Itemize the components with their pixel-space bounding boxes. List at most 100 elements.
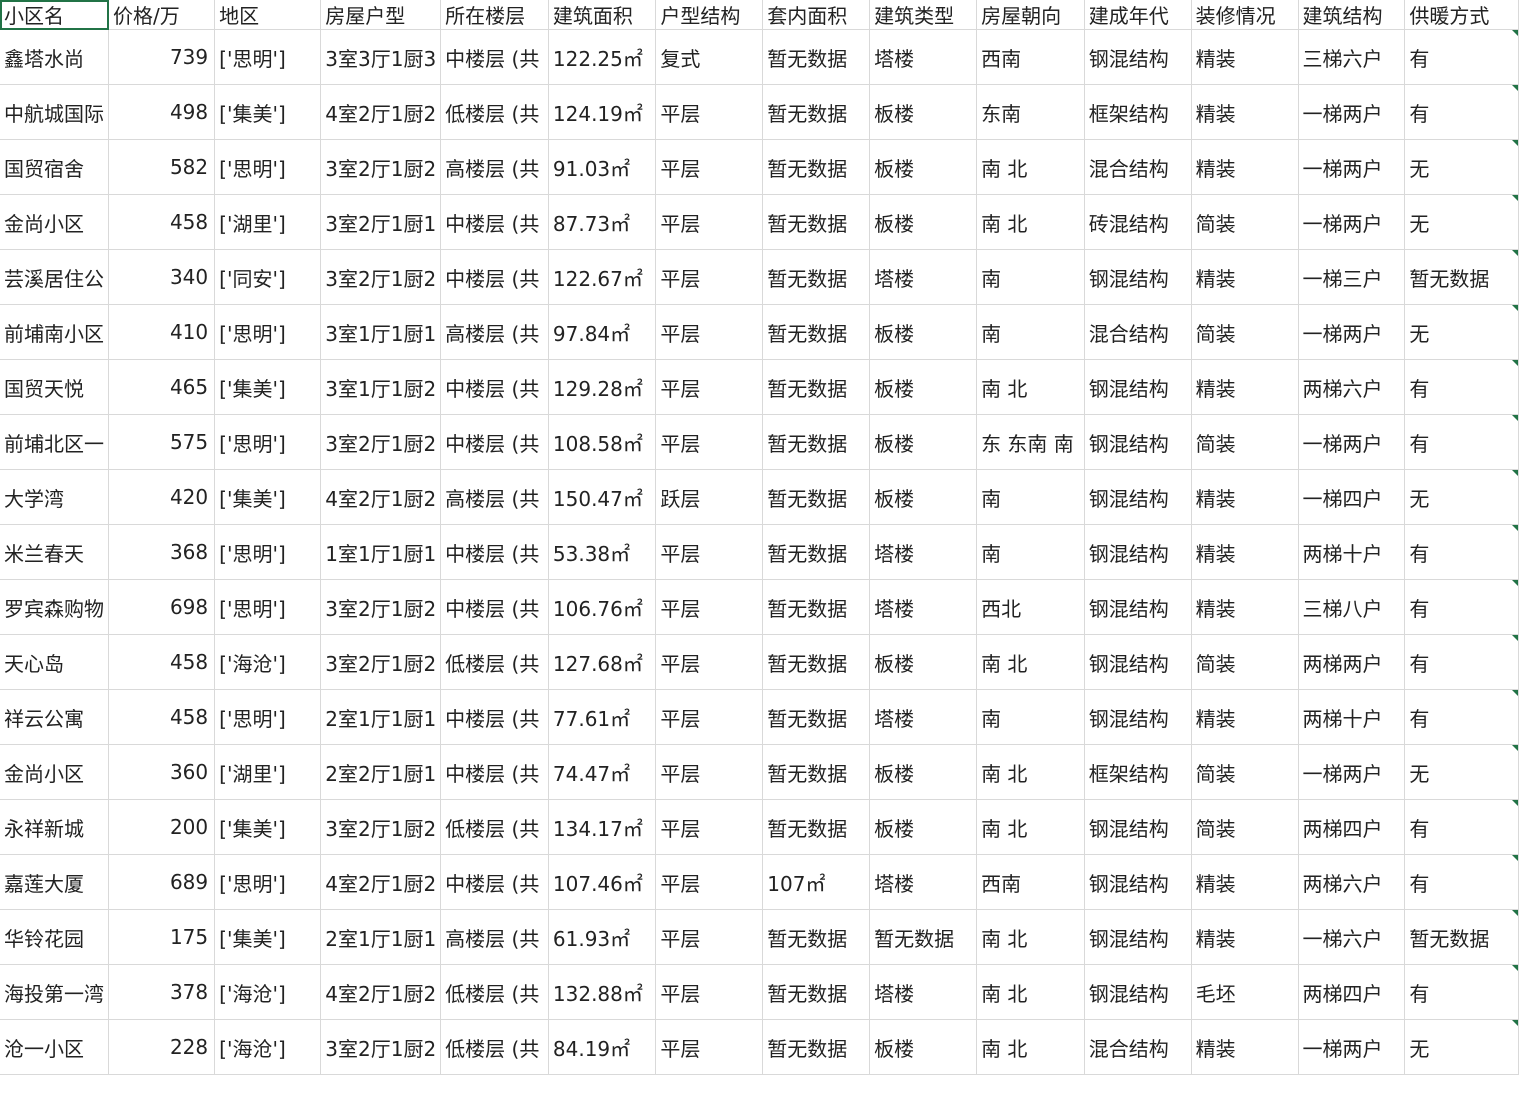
table-cell[interactable]: 平层 xyxy=(655,249,764,305)
header-cell[interactable]: 建筑面积 xyxy=(548,0,657,30)
table-cell[interactable]: 97.84㎡ xyxy=(548,304,657,360)
table-cell[interactable]: 暂无数据 xyxy=(762,579,871,635)
table-cell[interactable]: 永祥新城 xyxy=(0,799,109,855)
table-cell[interactable]: 板楼 xyxy=(869,414,978,470)
table-cell[interactable]: 3室2厅1厨2 xyxy=(320,634,442,690)
table-cell[interactable]: 西北 xyxy=(976,579,1085,635)
table-cell[interactable]: 精装 xyxy=(1191,579,1299,635)
table-cell[interactable]: ['集美'] xyxy=(214,909,322,965)
table-cell[interactable]: 板楼 xyxy=(869,139,978,195)
table-cell[interactable]: 平层 xyxy=(655,964,764,1020)
table-cell[interactable]: 天心岛 xyxy=(0,634,109,690)
table-cell[interactable]: 有 xyxy=(1404,414,1519,470)
table-cell[interactable]: 东南 xyxy=(976,84,1085,140)
table-cell[interactable]: 中楼层 (共 xyxy=(440,249,549,305)
table-cell[interactable]: 中楼层 (共 xyxy=(440,744,549,800)
table-cell[interactable]: 暂无数据 xyxy=(762,744,871,800)
table-cell[interactable]: ['海沧'] xyxy=(214,964,322,1020)
table-cell[interactable]: 458 xyxy=(108,194,216,250)
table-cell[interactable]: 金尚小区 xyxy=(0,744,109,800)
table-cell[interactable]: 暂无数据 xyxy=(762,1019,871,1075)
table-cell[interactable]: 跃层 xyxy=(655,469,764,525)
table-cell[interactable]: 平层 xyxy=(655,524,764,580)
table-cell[interactable]: 498 xyxy=(108,84,216,140)
table-cell[interactable]: 低楼层 (共 xyxy=(440,84,549,140)
table-cell[interactable]: 575 xyxy=(108,414,216,470)
table-cell[interactable]: 前埔南小区 xyxy=(0,304,109,360)
table-cell[interactable]: 暂无数据 xyxy=(762,689,871,745)
table-cell[interactable]: 122.67㎡ xyxy=(548,249,657,305)
header-cell[interactable]: 建筑结构 xyxy=(1298,0,1406,30)
table-cell[interactable]: 中楼层 (共 xyxy=(440,194,549,250)
table-cell[interactable]: ['同安'] xyxy=(214,249,322,305)
table-cell[interactable]: 平层 xyxy=(655,304,764,360)
table-cell[interactable]: 无 xyxy=(1404,304,1519,360)
table-cell[interactable]: 360 xyxy=(108,744,216,800)
table-cell[interactable]: 暂无数据 xyxy=(1404,249,1519,305)
header-cell[interactable]: 户型结构 xyxy=(655,0,764,30)
table-cell[interactable]: 暂无数据 xyxy=(762,29,871,85)
table-cell[interactable]: 平层 xyxy=(655,744,764,800)
table-cell[interactable]: 中航城国际 xyxy=(0,84,109,140)
header-cell[interactable]: 地区 xyxy=(214,0,322,30)
table-cell[interactable]: ['集美'] xyxy=(214,469,322,525)
table-cell[interactable]: 两梯十户 xyxy=(1298,524,1406,580)
table-cell[interactable]: 378 xyxy=(108,964,216,1020)
table-cell[interactable]: 精装 xyxy=(1191,359,1299,415)
table-cell[interactable]: 暂无数据 xyxy=(762,964,871,1020)
table-cell[interactable]: 107㎡ xyxy=(762,854,871,910)
table-cell[interactable]: 一梯六户 xyxy=(1298,909,1406,965)
table-cell[interactable]: 鑫塔水尚 xyxy=(0,29,109,85)
table-cell[interactable]: 简装 xyxy=(1191,634,1299,690)
table-cell[interactable]: 低楼层 (共 xyxy=(440,634,549,690)
table-cell[interactable]: 2室1厅1厨1 xyxy=(320,689,442,745)
table-cell[interactable]: ['思明'] xyxy=(214,524,322,580)
table-cell[interactable]: 高楼层 (共 xyxy=(440,139,549,195)
table-cell[interactable]: 127.68㎡ xyxy=(548,634,657,690)
table-cell[interactable]: 芸溪居住公 xyxy=(0,249,109,305)
table-cell[interactable]: 暂无数据 xyxy=(762,799,871,855)
table-cell[interactable]: 77.61㎡ xyxy=(548,689,657,745)
table-cell[interactable]: 板楼 xyxy=(869,304,978,360)
table-cell[interactable]: 暂无数据 xyxy=(762,524,871,580)
table-cell[interactable]: 钢混结构 xyxy=(1084,29,1192,85)
table-cell[interactable]: 340 xyxy=(108,249,216,305)
table-cell[interactable]: 暂无数据 xyxy=(1404,909,1519,965)
table-cell[interactable]: 南 xyxy=(976,689,1085,745)
table-cell[interactable]: 4室2厅1厨2 xyxy=(320,469,442,525)
table-cell[interactable]: 精装 xyxy=(1191,689,1299,745)
header-cell[interactable]: 所在楼层 xyxy=(440,0,549,30)
table-cell[interactable]: 平层 xyxy=(655,634,764,690)
table-cell[interactable]: 国贸宿舍 xyxy=(0,139,109,195)
table-cell[interactable]: 3室2厅1厨2 xyxy=(320,249,442,305)
table-cell[interactable]: 精装 xyxy=(1191,909,1299,965)
table-cell[interactable]: 无 xyxy=(1404,139,1519,195)
table-cell[interactable]: 一梯两户 xyxy=(1298,84,1406,140)
table-cell[interactable]: 塔楼 xyxy=(869,29,978,85)
table-cell[interactable]: 无 xyxy=(1404,194,1519,250)
table-cell[interactable]: 平层 xyxy=(655,909,764,965)
table-cell[interactable]: 3室1厅1厨1 xyxy=(320,304,442,360)
table-cell[interactable]: 有 xyxy=(1404,84,1519,140)
table-cell[interactable]: 三梯六户 xyxy=(1298,29,1406,85)
table-cell[interactable]: 平层 xyxy=(655,84,764,140)
table-cell[interactable]: 两梯六户 xyxy=(1298,359,1406,415)
table-cell[interactable]: 塔楼 xyxy=(869,689,978,745)
table-cell[interactable]: 暂无数据 xyxy=(762,634,871,690)
table-cell[interactable]: 大学湾 xyxy=(0,469,109,525)
table-cell[interactable]: 平层 xyxy=(655,359,764,415)
table-cell[interactable]: 南 xyxy=(976,304,1085,360)
table-cell[interactable]: 91.03㎡ xyxy=(548,139,657,195)
table-cell[interactable]: 塔楼 xyxy=(869,524,978,580)
table-cell[interactable]: 两梯十户 xyxy=(1298,689,1406,745)
table-cell[interactable]: 108.58㎡ xyxy=(548,414,657,470)
table-cell[interactable]: 嘉莲大厦 xyxy=(0,854,109,910)
table-cell[interactable]: ['思明'] xyxy=(214,579,322,635)
table-cell[interactable]: 平层 xyxy=(655,1019,764,1075)
table-cell[interactable]: 金尚小区 xyxy=(0,194,109,250)
table-cell[interactable]: 南 北 xyxy=(976,799,1085,855)
table-cell[interactable]: ['思明'] xyxy=(214,414,322,470)
table-cell[interactable]: 两梯两户 xyxy=(1298,634,1406,690)
table-cell[interactable]: 塔楼 xyxy=(869,249,978,305)
header-cell[interactable]: 小区名 xyxy=(0,0,109,30)
